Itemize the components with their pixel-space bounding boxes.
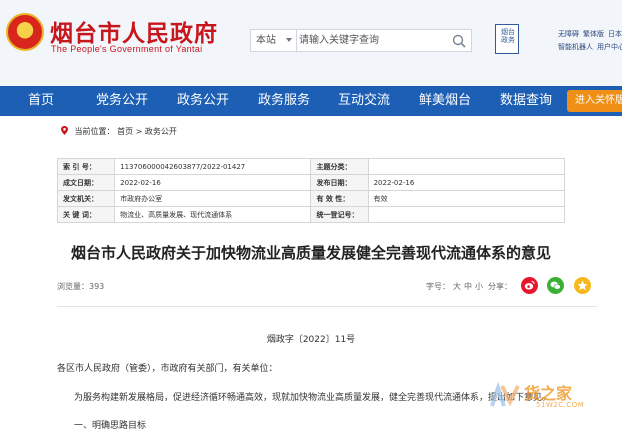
gov-affairs-logo[interactable]: 烟台政务: [495, 24, 519, 54]
care-mode-button[interactable]: 进入关怀版: [567, 90, 622, 112]
meta-key: 索 引 号：: [56, 158, 116, 175]
share-label: 分享：: [488, 282, 512, 291]
toplink-user-center[interactable]: 用户中心: [597, 43, 622, 51]
article-paragraph-salutation: 各区市人民政府（管委），市政府有关部门，有关单位：: [57, 364, 278, 374]
search-box: 本站: [250, 29, 472, 52]
font-size-small[interactable]: 小: [475, 282, 483, 291]
gov-affairs-logo-text: 烟台政务: [501, 28, 515, 44]
national-emblem-icon: ★: [6, 13, 44, 51]
chevron-down-icon: [286, 38, 292, 42]
meta-row: 发文机关： 市政府办公室 有 效 性： 有效: [56, 190, 566, 207]
toplink-robot[interactable]: 智能机器人: [558, 43, 593, 51]
nav-item-gov-services[interactable]: 政务服务: [258, 86, 310, 116]
main-content: 当前位置： 首页 > 政务公开 索 引 号： 11370600004260387…: [0, 116, 622, 444]
document-meta-table: 索 引 号： 11370600004260387​7/2022-01427 主题…: [56, 158, 566, 223]
meta-value: 有效: [367, 190, 566, 207]
font-size-medium[interactable]: 中: [464, 282, 472, 291]
nav-item-party-affairs[interactable]: 党务公开: [96, 86, 148, 116]
article-title: 烟台市人民政府关于加快物流业高质量发展健全完善现代流通体系的意见: [70, 244, 551, 262]
breadcrumb-prefix: 当前位置：: [74, 127, 115, 136]
meta-key: 发布日期：: [310, 174, 369, 191]
article-section-heading: 一、明确思路目标: [74, 421, 147, 431]
font-size-label: 字号：: [426, 282, 450, 291]
meta-value: [367, 206, 566, 223]
nav-item-gov-affairs[interactable]: 政务公开: [177, 86, 229, 116]
site-subtitle: The People's Government of Yantai: [51, 44, 203, 54]
font-size-large[interactable]: 大: [453, 282, 461, 291]
meta-key: 关 键 词：: [56, 206, 116, 223]
breadcrumb: 当前位置： 首页 > 政务公开: [61, 126, 177, 137]
meta-row: 关 键 词： 物流业、高质量发展、现代流通体系 统一登记号：: [56, 206, 566, 223]
search-icon[interactable]: [451, 33, 467, 49]
search-input[interactable]: [299, 31, 447, 50]
nav-item-fresh-yantai[interactable]: 鲜美烟台: [419, 86, 471, 116]
nav-item-interaction[interactable]: 互动交流: [338, 86, 390, 116]
top-links: 无障碍繁体版日本语版 智能机器人用户中心: [558, 28, 622, 54]
meta-value: [367, 158, 566, 175]
site-title[interactable]: 烟台市人民政府: [50, 14, 218, 48]
font-size-control: 字号：大中小: [426, 281, 483, 292]
watermark-logo: 货之家 51W2C.COM: [480, 366, 620, 426]
main-nav: 首页 党务公开 政务公开 政务服务 互动交流 鲜美烟台 数据查询 进入关怀版: [0, 86, 622, 116]
breadcrumb-separator: >: [135, 127, 143, 136]
meta-row: 索 引 号： 11370600004260387​7/2022-01427 主题…: [56, 158, 566, 175]
search-scope-label: 本站: [256, 35, 276, 46]
nav-item-data-query[interactable]: 数据查询: [500, 86, 552, 116]
watermark-url: 51W2C.COM: [536, 401, 585, 409]
meta-key: 统一登记号：: [310, 206, 369, 223]
meta-key: 成文日期：: [56, 174, 116, 191]
toplink-traditional[interactable]: 繁体版: [583, 30, 604, 38]
meta-key: 有 效 性：: [310, 190, 369, 207]
meta-value: 2022-02-16: [367, 174, 566, 191]
meta-value: 2022-02-16: [114, 174, 312, 191]
divider: [57, 306, 597, 307]
breadcrumb-current[interactable]: 政务公开: [145, 127, 177, 136]
document-number: 烟政字〔2022〕11号: [266, 335, 356, 345]
weibo-icon[interactable]: [521, 277, 538, 294]
site-header: ★ 烟台市人民政府 The People's Government of Yan…: [0, 0, 622, 86]
meta-key: 发文机关：: [56, 190, 116, 207]
meta-row: 成文日期： 2022-02-16 发布日期： 2022-02-16: [56, 174, 566, 191]
view-count: 浏览量：393: [57, 282, 105, 291]
meta-key: 主题分类：: [310, 158, 369, 175]
meta-value: 11370600004260387​7/2022-01427: [114, 158, 312, 175]
nav-item-home[interactable]: 首页: [28, 86, 54, 116]
search-scope-select[interactable]: 本站: [251, 30, 297, 51]
qzone-icon[interactable]: [574, 277, 591, 294]
toplink-accessibility[interactable]: 无障碍: [558, 30, 579, 38]
breadcrumb-home[interactable]: 首页: [117, 127, 133, 136]
meta-value: 市政府办公室: [114, 190, 312, 207]
location-pin-icon: [61, 126, 68, 135]
meta-value: 物流业、高质量发展、现代流通体系: [114, 206, 312, 223]
wechat-icon[interactable]: [547, 277, 564, 294]
toplink-japanese[interactable]: 日本语版: [608, 30, 622, 38]
